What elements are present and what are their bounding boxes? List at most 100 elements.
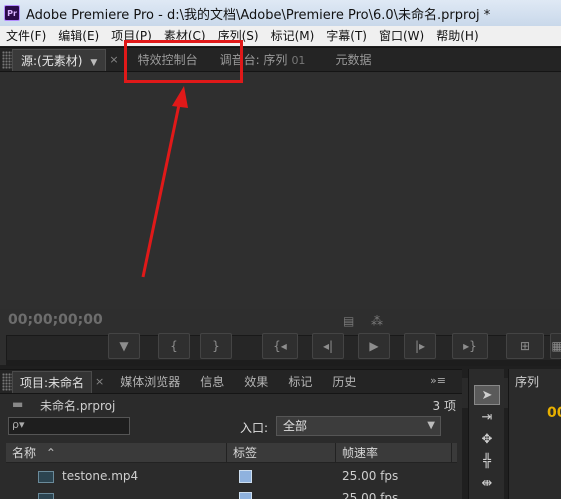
search-icon: ρ▾	[12, 418, 25, 431]
zoom-scrollbar[interactable]	[6, 360, 561, 366]
row-frame-rate-cell: 25.00 fps	[342, 491, 399, 499]
film-strip-icon[interactable]: ▤	[343, 314, 354, 328]
row-label-cell	[233, 466, 342, 486]
insert-icon: ⊞	[519, 339, 531, 353]
overlay-button[interactable]: ▦	[550, 333, 561, 359]
step-back-button[interactable]: ◂|	[312, 333, 344, 359]
chevron-down-icon: ▼	[427, 420, 435, 431]
item-count: 3 项	[432, 399, 456, 413]
tab-info[interactable]: 信息	[193, 371, 231, 393]
source-viewer[interactable]	[0, 73, 561, 309]
sequence-timecode[interactable]: 00	[547, 405, 561, 421]
tab-history-label: 历史	[332, 374, 357, 389]
panel-menu-icon[interactable]: »≡	[430, 374, 446, 387]
mark-out-button[interactable]: }	[200, 333, 232, 359]
column-name[interactable]: 名称 ⌃	[6, 442, 227, 463]
selection-tool[interactable]: ➤	[474, 385, 500, 405]
go-to-out-icon: ▸}	[463, 339, 477, 353]
dropdown-arrow-icon[interactable]: ▼	[90, 58, 97, 68]
entry-dropdown[interactable]: 全部 ▼	[276, 416, 441, 436]
column-label-label: 标签	[233, 445, 258, 460]
tab-markers[interactable]: 标记	[281, 371, 319, 393]
menu-bar: 文件(F) 编辑(E) 项目(P) 素材(C) 序列(S) 标记(M) 字幕(T…	[0, 26, 561, 46]
tab-effects-label: 效果	[244, 374, 269, 389]
label-color-swatch[interactable]	[239, 470, 252, 483]
label-color-swatch[interactable]	[239, 492, 252, 499]
play-icon: ▶	[369, 339, 379, 353]
audio-waveform-icon[interactable]: ⁂	[371, 314, 383, 328]
menu-edit[interactable]: 编辑(E)	[52, 26, 105, 46]
ripple-edit-icon: ✥	[481, 431, 493, 447]
menu-title[interactable]: 字幕(T)	[320, 26, 373, 46]
step-forward-button[interactable]: |▸	[404, 333, 436, 359]
track-select-icon: ⇥	[481, 409, 493, 425]
project-file-name: 未命名.prproj	[40, 399, 116, 413]
table-row[interactable]: 25.00 fps	[6, 488, 457, 499]
tab-media-browser[interactable]: 媒体浏览器	[113, 371, 187, 393]
panel-grip-icon[interactable]	[2, 372, 12, 391]
source-timecode[interactable]: 00;00;00;00	[8, 312, 103, 328]
go-to-out-button[interactable]: ▸}	[452, 333, 488, 359]
add-marker-button[interactable]: ▼	[108, 333, 140, 359]
menu-file[interactable]: 文件(F)	[0, 26, 52, 46]
step-forward-icon: |▸	[414, 339, 426, 353]
column-label[interactable]: 标签	[227, 442, 336, 463]
play-button[interactable]: ▶	[358, 333, 390, 359]
source-tab-bar: 源:(无素材) ▼ × 特效控制台 调音台: 序列 01 元数据	[0, 48, 561, 72]
ripple-edit-tool[interactable]: ✥	[474, 429, 500, 449]
title-bar: Pr Adobe Premiere Pro - d:\我的文档\Adobe\Pr…	[0, 0, 561, 26]
row-name-cell	[6, 488, 233, 499]
row-label-cell	[233, 488, 342, 499]
go-to-in-button[interactable]: {◂	[262, 333, 298, 359]
menu-marker[interactable]: 标记(M)	[265, 26, 321, 46]
clip-name: testone.mp4	[62, 469, 139, 483]
tab-sequence[interactable]: 序列	[515, 373, 539, 390]
close-icon[interactable]: ×	[92, 375, 107, 388]
tab-source-label: 源:(无素材)	[21, 53, 83, 68]
column-name-label: 名称	[12, 445, 37, 460]
tab-media-browser-label: 媒体浏览器	[120, 374, 181, 389]
rolling-edit-tool[interactable]: ╬	[474, 451, 500, 471]
marker-icon: ▼	[119, 339, 129, 353]
column-frame-rate-label: 帧速率	[342, 445, 379, 460]
row-name-cell: testone.mp4	[6, 466, 233, 486]
tab-metadata-label: 元数据	[335, 52, 372, 67]
search-input[interactable]: ρ▾	[8, 417, 130, 435]
folder-icon: ▬	[12, 397, 24, 411]
annotation-highlight-box	[124, 40, 243, 83]
table-row[interactable]: testone.mp4 25.00 fps	[6, 466, 457, 486]
sort-ascending-icon: ⌃	[45, 445, 56, 460]
column-frame-rate[interactable]: 帧速率	[336, 442, 452, 463]
tab-history[interactable]: 历史	[325, 371, 363, 393]
track-select-tool[interactable]: ⇥	[474, 407, 500, 427]
arrow-cursor-icon: ➤	[481, 387, 493, 403]
insert-button[interactable]: ⊞	[506, 333, 544, 359]
tab-markers-label: 标记	[288, 374, 313, 389]
project-panel: 项目:未命名 × 媒体浏览器 信息 效果 标记 历史 »≡ ▬ 未命名.prpr…	[0, 369, 462, 499]
tab-metadata[interactable]: 元数据	[327, 49, 379, 71]
sequence-icon	[38, 492, 54, 499]
brace-left-icon: {	[170, 339, 178, 353]
project-tab-bar: 项目:未命名 × 媒体浏览器 信息 效果 标记 历史 »≡	[0, 370, 462, 394]
go-to-in-icon: {◂	[273, 339, 287, 353]
mark-in-button[interactable]: {	[158, 333, 190, 359]
entry-dropdown-value: 全部	[283, 419, 308, 433]
video-clip-icon	[38, 470, 54, 483]
close-icon[interactable]: ×	[106, 53, 121, 66]
menu-window[interactable]: 窗口(W)	[373, 26, 430, 46]
tab-project-label: 项目:未命名	[20, 375, 85, 390]
rate-stretch-icon: ⇼	[481, 475, 493, 491]
tab-effects[interactable]: 效果	[237, 371, 275, 393]
rate-stretch-tool[interactable]: ⇼	[474, 473, 500, 493]
table-header: 名称 ⌃ 标签 帧速率	[6, 442, 457, 463]
premiere-logo-icon: Pr	[4, 5, 20, 21]
panel-grip-icon[interactable]	[2, 50, 12, 69]
tab-info-label: 信息	[200, 374, 225, 389]
window-title: Adobe Premiere Pro - d:\我的文档\Adobe\Premi…	[26, 7, 491, 23]
tab-audio-mixer-sequence: 01	[291, 53, 306, 67]
menu-help[interactable]: 帮助(H)	[430, 26, 484, 46]
tab-source[interactable]: 源:(无素材) ▼	[12, 48, 107, 71]
brace-right-icon: }	[212, 339, 220, 353]
entry-label: 入口:	[240, 421, 269, 435]
tab-project[interactable]: 项目:未命名	[12, 370, 93, 393]
